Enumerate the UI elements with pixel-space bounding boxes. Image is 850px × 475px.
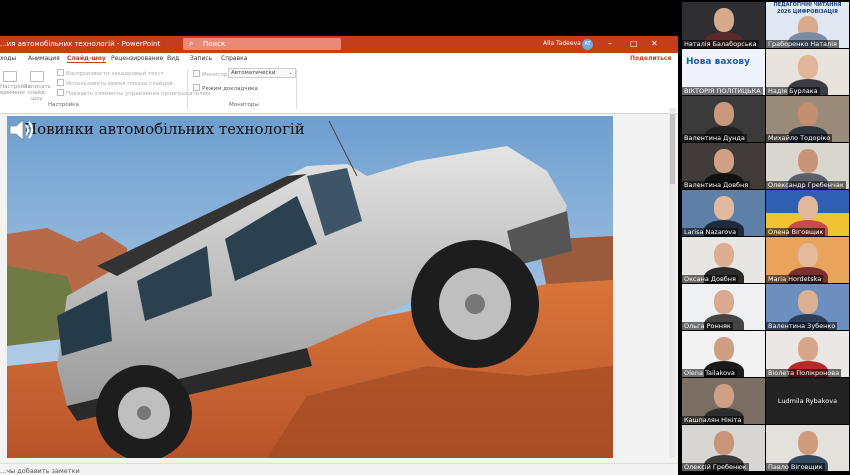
timer-icon	[3, 71, 17, 82]
tab-view[interactable]: Вид	[167, 55, 179, 62]
ribbon-divider	[296, 69, 297, 109]
maximize-button[interactable]: □	[630, 39, 638, 48]
group-label-monitors: Мониторы	[229, 102, 259, 108]
slide-title: Новинки автомобільних технологій	[24, 120, 305, 138]
powerpoint-window: ...ия автомобільних технологій - PowerPo…	[0, 36, 678, 475]
group-label-setup: Настройка	[48, 102, 79, 108]
tab-transitions[interactable]: ходы	[0, 55, 16, 62]
ribbon-divider	[187, 69, 188, 109]
participant-name: Ольга Ронняк	[682, 322, 733, 330]
participant-tile[interactable]: Валентина Довбня	[682, 143, 765, 189]
notes-pane[interactable]: ...чы добавить заметки	[0, 463, 678, 475]
close-button[interactable]: ✕	[651, 39, 658, 48]
participant-tile[interactable]: Надія Бурлака	[766, 49, 849, 95]
vertical-scrollbar[interactable]	[669, 108, 676, 458]
participant-name: Maria Hordetska	[766, 275, 824, 283]
participant-tile[interactable]: Павло Віговщик	[766, 425, 849, 471]
participant-name: Olena Tailakova	[682, 369, 737, 377]
checkbox-play-narrations[interactable]: Воспроизвести закадровый текст	[57, 69, 164, 77]
monitor-select[interactable]: Автоматически ⌄	[228, 68, 296, 78]
rehearse-timings-button[interactable]: Настройка времени	[0, 71, 31, 96]
participant-tile[interactable]: Михайло Тодоріко	[766, 96, 849, 142]
ribbon: Настройка времени Записать слайд-шоу Вос…	[0, 65, 678, 114]
title-bar: ...ия автомобільних технологій - PowerPo…	[0, 36, 678, 53]
participant-name: Ludmila Rybakova	[777, 397, 838, 405]
window-title: ...ия автомобільних технологій - PowerPo…	[0, 40, 161, 48]
participant-name: Оксана Довбня	[682, 275, 738, 283]
participant-tile[interactable]: Наталія Балаборська	[682, 2, 765, 48]
participant-tile[interactable]: Валентина Зубенко	[766, 284, 849, 330]
chevron-down-icon: ⌄	[288, 70, 293, 76]
record-icon	[30, 71, 44, 82]
participant-tile[interactable]: Нова вахову ВІКТОРІЯ ПОЛІТИЦЬКА	[682, 49, 765, 95]
search-placeholder: Поиск	[203, 40, 226, 48]
participant-tile[interactable]: Валентина Дунда	[682, 96, 765, 142]
participant-name: Олексій Гребенюк	[682, 463, 749, 471]
avatar[interactable]: AT	[582, 39, 593, 50]
speaker-icon[interactable]	[7, 116, 37, 144]
participant-tile[interactable]: Кашпалян Нікіта	[682, 378, 765, 424]
participant-name: Кашпалян Нікіта	[682, 416, 744, 424]
search-icon: ⌕	[189, 39, 194, 48]
participant-tile[interactable]: Olena Tailakova	[682, 331, 765, 377]
record-slideshow-button[interactable]: Записать слайд-шоу	[24, 71, 51, 102]
participant-tile[interactable]: Ольга Ронняк	[682, 284, 765, 330]
participant-name: Наталія Балаборська	[682, 40, 759, 48]
participant-tile[interactable]: Віолета Полікронова	[766, 331, 849, 377]
ribbon-tabs: ходы Анимация Слайд-шоу Рецензирование В…	[0, 53, 678, 65]
slide-photo	[7, 116, 613, 458]
participant-name: Граборенко Наталія	[766, 40, 839, 48]
tab-slideshow[interactable]: Слайд-шоу	[67, 55, 106, 63]
participant-grid: Наталія Балаборська ПЕДАГОГІЧНІ ЧИТАННЯ …	[680, 0, 850, 475]
participant-name: Віолета Полікронова	[766, 369, 842, 377]
school-logo: Нова вахову	[686, 57, 750, 67]
checkbox-presenter-view[interactable]: Режим докладчика	[193, 84, 258, 92]
participant-name: Павло Віговщик	[766, 463, 825, 471]
participant-tile[interactable]: Maria Hordetska	[766, 237, 849, 283]
participant-name: Надія Бурлака	[766, 87, 820, 95]
participant-name: Валентина Дунда	[682, 134, 747, 142]
participant-name: Олександр Гребенчак	[766, 181, 846, 189]
minimize-button[interactable]: –	[608, 39, 612, 48]
participant-tile[interactable]: Олександр Гребенчак	[766, 143, 849, 189]
slide-canvas[interactable]: Новинки автомобільних технологій	[7, 116, 613, 458]
tab-record[interactable]: Запись	[190, 55, 212, 62]
screen: ...ия автомобільних технологій - PowerPo…	[0, 0, 850, 475]
participant-name: Олена Віговщик	[766, 228, 826, 236]
user-name[interactable]: Alla Tadeeva	[543, 40, 581, 47]
tab-review[interactable]: Рецензирование	[111, 55, 163, 62]
search-box[interactable]: ⌕ Поиск	[183, 38, 341, 50]
scrollbar-thumb[interactable]	[670, 114, 675, 184]
monitor-label: Монитор:	[193, 70, 229, 78]
participant-tile[interactable]: Larisa Nazarova	[682, 190, 765, 236]
participant-tile[interactable]: Ludmila Rybakova	[766, 378, 849, 424]
notes-placeholder: ...чы добавить заметки	[0, 467, 80, 475]
participant-tile[interactable]: Олексій Гребенюк	[682, 425, 765, 471]
participant-tile[interactable]: ПЕДАГОГІЧНІ ЧИТАННЯ 2026 ЦИФРОВІЗАЦІЯ Гр…	[766, 2, 849, 48]
tab-animation[interactable]: Анимация	[28, 55, 60, 62]
participant-name: Валентина Зубенко	[766, 322, 838, 330]
tab-help[interactable]: Справка	[221, 55, 247, 62]
participant-name: Михайло Тодоріко	[766, 134, 833, 142]
participant-name: ВІКТОРІЯ ПОЛІТИЦЬКА	[682, 87, 763, 95]
participant-tile[interactable]: Оксана Довбня	[682, 237, 765, 283]
participant-tile[interactable]: Олена Віговщик	[766, 190, 849, 236]
record-label: Записать слайд-шоу	[24, 84, 51, 102]
participant-name: Larisa Nazarova	[682, 228, 739, 236]
checkbox-use-timings[interactable]: Использовать время показа слайдов	[57, 79, 173, 87]
participant-name: Валентина Довбня	[682, 181, 751, 189]
share-button[interactable]: Поделиться	[630, 55, 671, 62]
